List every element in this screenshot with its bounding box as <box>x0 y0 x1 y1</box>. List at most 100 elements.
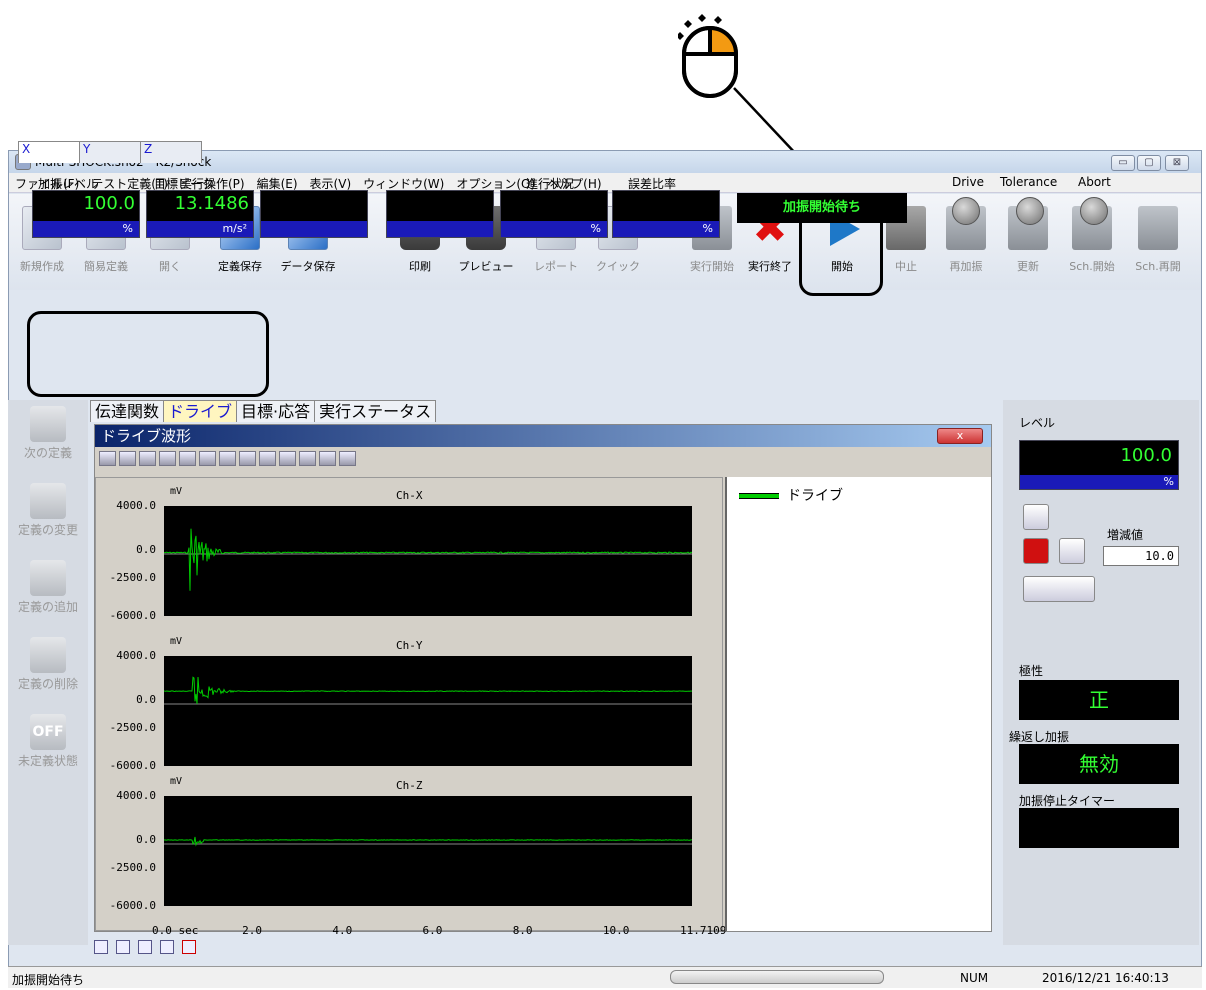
off-icon: OFF <box>30 714 66 750</box>
polarity-value: 正 <box>1019 680 1179 720</box>
down-arrow-icon <box>30 406 66 442</box>
pencil-icon <box>30 483 66 519</box>
inner-close-button[interactable]: x <box>937 428 983 444</box>
level-up-button[interactable] <box>1023 504 1049 530</box>
graph-tool-icon[interactable] <box>339 451 356 466</box>
graph-tool-icon[interactable] <box>159 451 176 466</box>
timer-label: 加振停止タイマー <box>1019 794 1116 808</box>
graph-tool-icon[interactable] <box>219 451 236 466</box>
abort-led <box>1080 197 1108 225</box>
legend-swatch <box>739 493 779 499</box>
channel-unit: mV <box>170 636 183 647</box>
x-tick-label: 0.0 sec <box>152 924 199 937</box>
tab-target-response[interactable]: 目標·応答 <box>236 400 316 422</box>
level-meter: 100.0% <box>32 190 140 238</box>
channel-title: Ch-X <box>396 489 423 502</box>
tolerance-label: Tolerance <box>1000 175 1058 189</box>
graph-tool-icon[interactable] <box>99 451 116 466</box>
channel-1: Ch-Y mV 4000.0 0.0 -2500.0 -6000.0 <box>96 636 722 786</box>
channel-2: Ch-Z mV 4000.0 0.0 -2500.0 -6000.0 <box>96 776 722 926</box>
step-field[interactable]: 10.0 <box>1103 546 1179 566</box>
zoom-icon[interactable] <box>179 451 196 466</box>
channel-title: Ch-Y <box>396 639 423 652</box>
tolerance-led <box>1016 197 1044 225</box>
timer-value <box>1019 808 1179 848</box>
left-panel: 次の定義 定義の変更 定義の追加 定義の削除 OFF 未定義状態 <box>8 400 88 945</box>
waveform-plot <box>164 506 692 616</box>
plot-area: Ch-X mV 4000.0 0.0 -2500.0 -6000.0 Ch-Y mV 4000.… <box>95 477 726 937</box>
y-tick-label: -2500.0 <box>109 860 156 874</box>
x-tick-label: 2.0 <box>242 924 263 937</box>
layout-icon[interactable] <box>116 940 130 954</box>
level-label: レベル <box>1019 416 1056 430</box>
legend-label: ドライブ <box>787 488 843 504</box>
bottom-toolbar <box>94 940 204 957</box>
tab-drive[interactable]: ドライブ <box>163 400 238 422</box>
graph-tool-icon[interactable] <box>199 451 216 466</box>
edit-step-button[interactable] <box>1059 538 1085 564</box>
plus-icon <box>30 560 66 596</box>
num-indicator: NUM <box>960 971 989 985</box>
meters-highlight <box>27 311 269 397</box>
minimize-button[interactable]: ▭ <box>1111 155 1135 171</box>
view-tabs: 伝達関数 ドライブ 目標·応答 実行ステータス <box>90 400 437 422</box>
graph-tool-icon[interactable] <box>139 451 156 466</box>
inner-window-title: ドライブ波形 <box>95 425 991 447</box>
peak-meter: 13.1486 m/s² <box>146 190 254 238</box>
channel-unit: mV <box>170 776 183 787</box>
abort-label: Abort <box>1078 175 1111 189</box>
y-tick-label: -2500.0 <box>109 570 156 584</box>
channel-0: Ch-X mV 4000.0 0.0 -2500.0 -6000.0 <box>96 486 722 636</box>
channel-unit: mV <box>170 486 183 497</box>
wave-button[interactable] <box>1023 576 1095 602</box>
progress-meter: % <box>500 190 608 238</box>
graph-tool-icon[interactable] <box>279 451 296 466</box>
graph-tool-icon[interactable] <box>119 451 136 466</box>
undefined-state-button[interactable]: OFF 未定義状態 <box>8 714 88 769</box>
tab-z[interactable]: Z <box>140 141 202 163</box>
y-tick-label: 0.0 <box>136 833 156 846</box>
drive-led <box>952 197 980 225</box>
tab-transfer-func[interactable]: 伝達関数 <box>90 400 165 422</box>
y-tick-label: 0.0 <box>136 693 156 706</box>
next-def-button[interactable]: 次の定義 <box>8 406 88 461</box>
graph-tool-icon[interactable] <box>299 451 316 466</box>
level-down-button[interactable] <box>1023 538 1049 564</box>
change-def-button[interactable]: 定義の変更 <box>8 483 88 538</box>
repeat-label: 繰返し加振 <box>1009 730 1070 744</box>
legend: ドライブ <box>725 477 991 931</box>
layout-icon[interactable] <box>160 940 174 954</box>
y-tick-label: -2500.0 <box>109 720 156 734</box>
status-message: 加振開始待ち <box>12 973 85 987</box>
graph-tool-icon[interactable] <box>259 451 276 466</box>
channel-title: Ch-Z <box>396 779 423 792</box>
y-tick-label: 4000.0 <box>116 499 156 512</box>
layout-icon[interactable] <box>138 940 152 954</box>
close-button[interactable]: ⊠ <box>1165 155 1189 171</box>
x-tick-label: 10.0 <box>602 924 630 937</box>
maximize-button[interactable]: ▢ <box>1137 155 1161 171</box>
close-icon[interactable] <box>182 940 196 954</box>
level-display: 100.0% <box>1019 440 1179 490</box>
sch-resume-button[interactable]: Sch.再開 <box>1127 202 1189 282</box>
y-tick-label: 4000.0 <box>116 789 156 802</box>
blank-meter-1 <box>260 190 368 238</box>
y-tick-label: -6000.0 <box>109 759 156 772</box>
status-display: 加振開始待ち <box>737 193 907 223</box>
step-label: 増減値 <box>1107 528 1144 542</box>
tab-y[interactable]: Y <box>79 141 141 163</box>
delete-def-button[interactable]: 定義の削除 <box>8 637 88 692</box>
tab-x[interactable]: X <box>18 141 80 163</box>
x-tick-label: 6.0 <box>422 924 443 937</box>
tab-exec-status[interactable]: 実行ステータス <box>314 400 437 422</box>
graph-tool-icon[interactable] <box>239 451 256 466</box>
y-tick-label: 0.0 <box>136 543 156 556</box>
graph-toolbar <box>99 451 359 471</box>
layout-icon[interactable] <box>94 940 108 954</box>
axis-tabs: XYZ <box>18 141 202 163</box>
drive-series-line <box>164 676 692 704</box>
graph-tool-icon[interactable] <box>319 451 336 466</box>
waveform-plot <box>164 656 692 766</box>
add-def-button[interactable]: 定義の追加 <box>8 560 88 615</box>
status-bar: 加振開始待ち NUM 2016/12/21 16:40:13 <box>8 966 1202 988</box>
